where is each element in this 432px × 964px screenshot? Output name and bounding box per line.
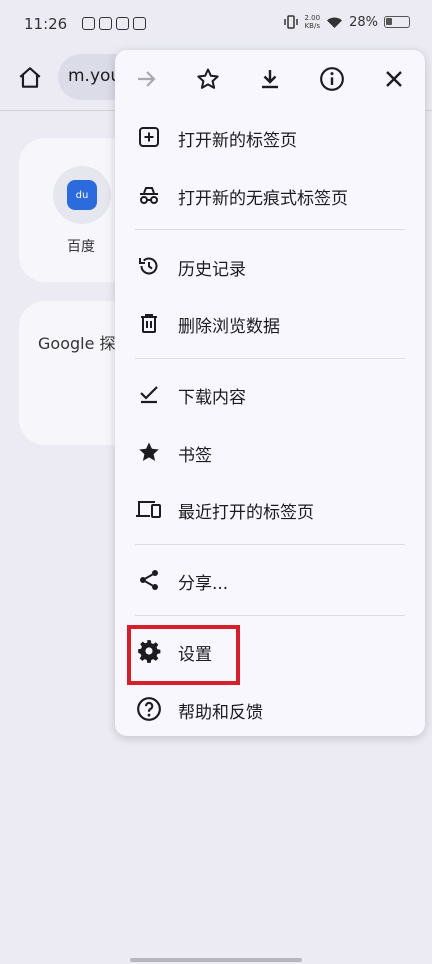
home-button[interactable] — [14, 62, 46, 94]
menu-divider — [135, 229, 405, 230]
menu-item-label: 帮助和反馈 — [178, 703, 263, 723]
battery-percent: 28% — [349, 14, 378, 30]
menu-item-help-feedback[interactable]: 帮助和反馈 — [115, 683, 425, 735]
menu-divider — [135, 358, 405, 359]
battery-icon — [384, 16, 410, 28]
download-done-icon — [135, 380, 163, 408]
menu-item-bookmarks[interactable]: 书签 — [115, 426, 425, 478]
menu-item-history[interactable]: 历史记录 — [115, 240, 425, 292]
menu-divider — [135, 615, 405, 616]
menu-item-label: 最近打开的标签页 — [178, 503, 314, 523]
devices-icon — [135, 495, 163, 523]
menu-item-label: 历史记录 — [178, 260, 246, 280]
message-notification-icon — [133, 17, 146, 30]
help-icon — [135, 695, 163, 723]
settings-highlight-box — [127, 625, 240, 685]
notification-icons — [82, 17, 146, 30]
menu-item-downloads[interactable]: 下载内容 — [115, 368, 425, 420]
baidu-logo-text: du — [75, 189, 89, 201]
star-filled-icon — [135, 438, 163, 466]
baidu-shortcut-label: 百度 — [67, 239, 95, 255]
menu-item-label: 打开新的无痕式标签页 — [178, 189, 348, 209]
menu-top-row — [115, 50, 425, 106]
wifi-icon — [327, 17, 343, 28]
share-icon — [135, 566, 163, 594]
page-info-button[interactable] — [315, 62, 349, 96]
history-icon — [135, 252, 163, 280]
baidu-shortcut[interactable]: du — [53, 166, 111, 224]
menu-item-label: 下载内容 — [178, 388, 246, 408]
arrow-forward-icon — [138, 71, 156, 87]
home-icon — [19, 67, 41, 88]
forward-button[interactable] — [129, 62, 163, 96]
info-icon — [320, 67, 344, 91]
menu-item-share[interactable]: 分享... — [115, 554, 425, 606]
menu-item-label: 删除浏览数据 — [178, 317, 280, 337]
status-time: 11:26 — [24, 15, 68, 33]
menu-item-new-incognito-tab[interactable]: 打开新的无痕式标签页 — [115, 169, 425, 221]
google-discover-text: Google 探 — [38, 334, 116, 353]
network-speed: 2.00 KB/s — [305, 14, 321, 30]
menu-item-new-tab[interactable]: 打开新的标签页 — [115, 111, 425, 163]
new-tab-icon — [135, 123, 163, 151]
close-icon — [386, 71, 402, 87]
incognito-icon — [135, 181, 163, 209]
trash-icon — [135, 309, 163, 337]
bookmark-page-button[interactable] — [191, 62, 225, 96]
download-page-button[interactable] — [253, 62, 287, 96]
speed-value: 2.00 — [304, 14, 321, 22]
menu-item-recent-tabs[interactable]: 最近打开的标签页 — [115, 483, 425, 535]
status-bar: 11:26 2.00 KB/s 28% — [0, 0, 432, 50]
url-text: m.you — [68, 66, 122, 86]
star-outline-icon — [197, 68, 219, 89]
vibrate-icon — [283, 15, 298, 29]
menu-item-label: 分享... — [178, 574, 229, 594]
tiktok-notification-icon — [116, 17, 129, 30]
menu-divider — [135, 544, 405, 545]
menu-item-clear-browsing-data[interactable]: 删除浏览数据 — [115, 297, 425, 349]
status-right: 2.00 KB/s 28% — [283, 14, 410, 30]
close-menu-button[interactable] — [377, 62, 411, 96]
download-icon — [262, 70, 278, 89]
baidu-logo-icon: du — [67, 180, 97, 210]
menu-item-label: 打开新的标签页 — [178, 131, 297, 151]
menu-item-label: 书签 — [178, 446, 212, 466]
app-notification-icon — [82, 17, 95, 30]
home-indicator[interactable] — [130, 958, 302, 962]
speed-unit: KB/s — [304, 22, 320, 30]
baidu-notification-icon — [99, 17, 112, 30]
